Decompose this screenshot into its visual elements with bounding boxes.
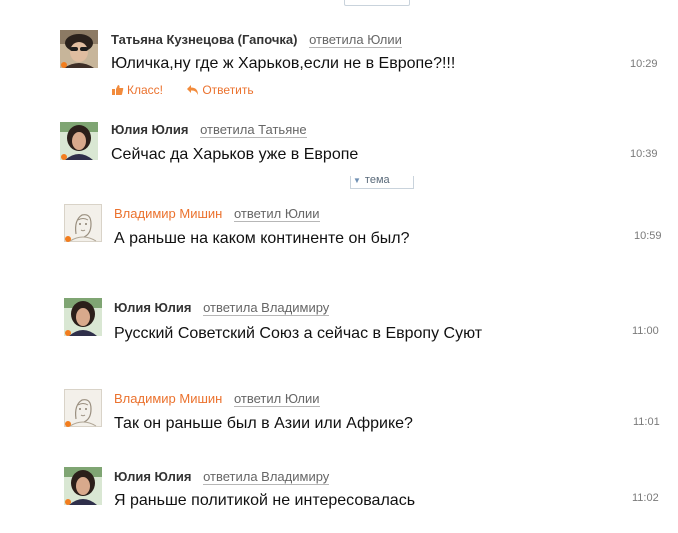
- message-time: 10:29: [630, 58, 658, 70]
- author-name[interactable]: Владимир Мишин: [114, 206, 222, 221]
- topic-tag[interactable]: ▼ тема: [350, 176, 414, 189]
- chevron-down-icon: ▼: [353, 176, 361, 185]
- author-name[interactable]: Юлия Юлия: [114, 300, 191, 315]
- online-status-dot: [65, 330, 71, 336]
- message-time: 10:59: [634, 230, 662, 242]
- message-time: 11:02: [632, 492, 659, 504]
- message-text: Я раньше политикой не интересовалась: [114, 492, 416, 509]
- online-status-dot: [65, 236, 71, 242]
- online-status-dot: [61, 154, 67, 160]
- reply-to-link[interactable]: ответила Юлии: [309, 32, 402, 48]
- top-tab-edge: [344, 0, 410, 6]
- like-label: Класс!: [127, 83, 163, 97]
- online-status-dot: [65, 499, 71, 505]
- message-text: Сейчас да Харьков уже в Европе: [111, 146, 359, 163]
- online-status-dot: [61, 62, 67, 68]
- reply-label: Ответить: [202, 83, 254, 97]
- reply-to-link[interactable]: ответила Владимиру: [203, 300, 330, 316]
- message-text: А раньше на каком континенте он был?: [114, 230, 410, 247]
- like-icon: [112, 85, 124, 95]
- reply-to-link[interactable]: ответил Юлии: [233, 391, 320, 407]
- author-name[interactable]: Юлия Юлия: [111, 122, 188, 137]
- reply-to-link[interactable]: ответила Татьяне: [200, 122, 307, 138]
- message-text: Юличка,ну где ж Харьков,если не в Европе…: [111, 55, 456, 72]
- reply-to-link[interactable]: ответил Юлии: [233, 206, 320, 222]
- author-name[interactable]: Владимир Мишин: [114, 391, 222, 406]
- topic-tag-label: тема: [364, 176, 390, 186]
- author-name[interactable]: Татьяна Кузнецова (Гапочка): [111, 32, 297, 47]
- message-text: Так он раньше был в Азии или Африке?: [114, 415, 413, 432]
- message-time: 11:00: [632, 325, 659, 337]
- online-status-dot: [65, 421, 71, 427]
- message-text: Русский Советский Союз а сейчас в Европу…: [114, 325, 483, 342]
- reply-button[interactable]: Ответить: [186, 83, 254, 97]
- author-name[interactable]: Юлия Юлия: [114, 469, 191, 484]
- reply-arrow-icon: [187, 85, 199, 95]
- message-time: 11:01: [633, 416, 660, 428]
- reply-to-link[interactable]: ответила Владимиру: [203, 469, 330, 485]
- like-button[interactable]: Класс!: [111, 83, 163, 97]
- message-time: 10:39: [630, 148, 658, 160]
